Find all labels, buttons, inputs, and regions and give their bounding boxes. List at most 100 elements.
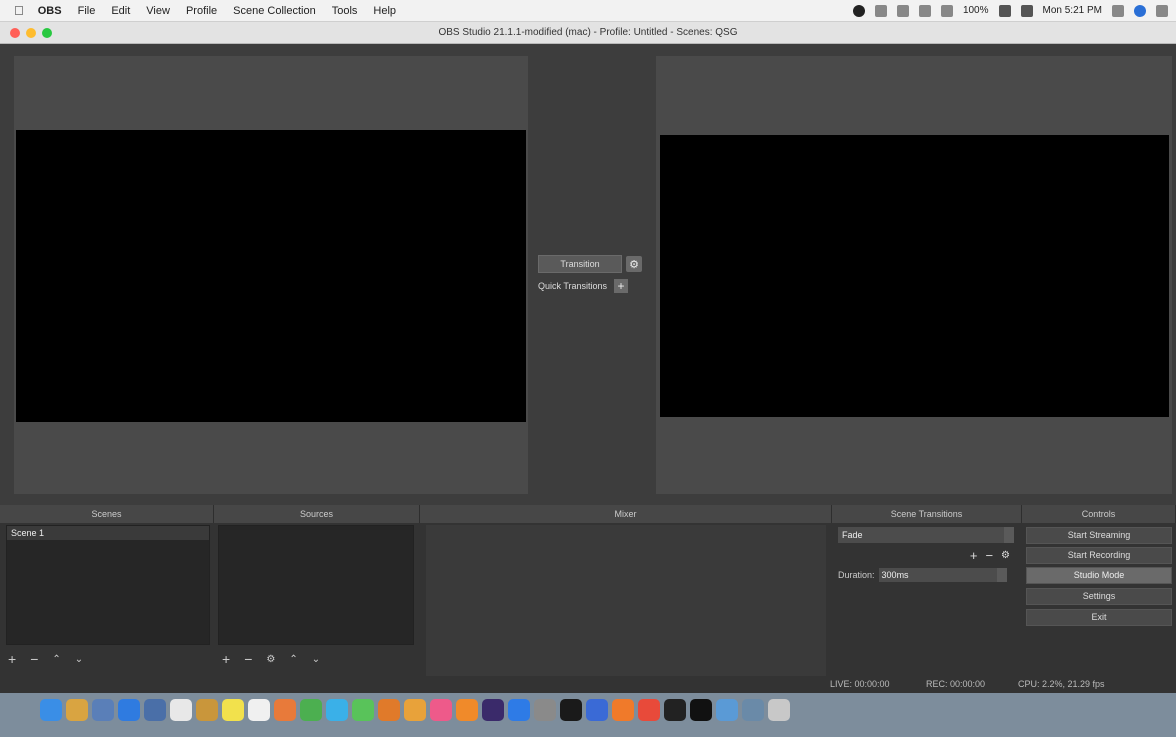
preview-canvas[interactable]: [16, 130, 526, 422]
add-scene-plus-icon[interactable]: +: [8, 651, 16, 667]
battery-percent[interactable]: 100%: [963, 5, 989, 16]
duration-value: 300ms: [881, 570, 909, 580]
scene-list-item[interactable]: Scene 1: [7, 526, 209, 540]
start-streaming-button[interactable]: Start Streaming: [1026, 527, 1172, 544]
premiere-icon[interactable]: [482, 699, 504, 721]
spotlight-icon[interactable]: [1112, 4, 1124, 17]
window-title: OBS Studio 21.1.1-modified (mac) - Profi…: [438, 27, 738, 38]
sources-toolbar: + − ⚙ ⌃ ⌄: [222, 651, 320, 667]
xcode-icon[interactable]: [586, 699, 608, 721]
duration-row: Duration: 300ms: [838, 568, 1007, 582]
program-canvas[interactable]: [660, 135, 1169, 417]
volume-icon[interactable]: [940, 4, 953, 17]
mail-icon[interactable]: [716, 699, 738, 721]
start-recording-button[interactable]: Start Recording: [1026, 547, 1172, 564]
macos-dock: [0, 693, 1176, 737]
transition-toolbar: + − ⚙: [970, 548, 1010, 563]
clock[interactable]: Mon 5:21 PM: [1043, 5, 1102, 16]
contacts-icon[interactable]: [66, 699, 88, 721]
add-quick-transition-plus-icon[interactable]: +: [614, 279, 629, 293]
menu-help[interactable]: Help: [373, 5, 396, 17]
menu-profile[interactable]: Profile: [186, 5, 217, 17]
status-disk-icon[interactable]: [874, 4, 887, 17]
battery-icon[interactable]: [998, 4, 1011, 17]
source-properties-gear-icon[interactable]: ⚙: [266, 654, 275, 665]
wifi-icon[interactable]: [918, 4, 931, 17]
trash-icon[interactable]: [768, 699, 790, 721]
studio-mode-button[interactable]: Studio Mode: [1026, 567, 1172, 584]
add-source-plus-icon[interactable]: +: [222, 651, 230, 667]
calendar-icon[interactable]: [170, 699, 192, 721]
keynote-icon[interactable]: [404, 699, 426, 721]
photos-icon[interactable]: [274, 699, 296, 721]
transition-gear-icon[interactable]: ⚙: [1001, 550, 1010, 561]
obs-icon[interactable]: [690, 699, 712, 721]
menu-app-name[interactable]: OBS: [38, 5, 62, 17]
mixer-dock: Mixer: [420, 505, 832, 693]
numbers-icon[interactable]: [300, 699, 322, 721]
stickies-icon[interactable]: [222, 699, 244, 721]
terminal-icon[interactable]: [560, 699, 582, 721]
scenes-dock: Scenes Scene 1 + − ⌃ ⌄: [0, 505, 214, 693]
move-scene-down-icon[interactable]: ⌄: [75, 654, 83, 665]
spin-arrow-icon[interactable]: [996, 568, 1007, 582]
scenes-header: Scenes: [0, 505, 214, 523]
sources-header: Sources: [214, 505, 420, 523]
appstore-icon[interactable]: [508, 699, 530, 721]
safari-icon[interactable]: [118, 699, 140, 721]
menu-file[interactable]: File: [78, 5, 96, 17]
compass-icon[interactable]: [612, 699, 634, 721]
program-panel[interactable]: [656, 56, 1172, 494]
duration-spinbox[interactable]: 300ms: [878, 568, 1007, 582]
sources-dock: Sources + − ⚙ ⌃ ⌄: [214, 505, 420, 693]
move-scene-up-icon[interactable]: ⌃: [52, 654, 60, 665]
menu-edit[interactable]: Edit: [111, 5, 130, 17]
books-icon[interactable]: [456, 699, 478, 721]
exit-button[interactable]: Exit: [1026, 609, 1172, 626]
status-app-icon[interactable]: [852, 4, 865, 17]
transition-settings-gear-icon[interactable]: ⚙: [626, 256, 642, 272]
menu-tools[interactable]: Tools: [332, 5, 358, 17]
live-timer: LIVE: 00:00:00: [830, 679, 890, 689]
menu-view[interactable]: View: [146, 5, 170, 17]
remove-scene-minus-icon[interactable]: −: [30, 651, 38, 667]
transition-type-value: Fade: [842, 530, 863, 540]
preview-icon[interactable]: [144, 699, 166, 721]
sources-list[interactable]: [218, 525, 414, 645]
itunes-icon[interactable]: [430, 699, 452, 721]
system-prefs-icon[interactable]: [534, 699, 556, 721]
mixer-area[interactable]: [426, 525, 826, 685]
remove-source-minus-icon[interactable]: −: [244, 651, 252, 667]
finder-icon[interactable]: [40, 699, 62, 721]
dock-apps: [40, 699, 790, 721]
messages-icon[interactable]: [326, 699, 348, 721]
terminal2-icon[interactable]: [664, 699, 686, 721]
chrome-icon[interactable]: [638, 699, 660, 721]
settings-button[interactable]: Settings: [1026, 588, 1172, 605]
move-source-down-icon[interactable]: ⌄: [312, 654, 320, 665]
transition-type-select[interactable]: Fade: [838, 527, 1014, 543]
preview-panel[interactable]: [14, 56, 528, 494]
add-transition-plus-icon[interactable]: +: [970, 548, 978, 563]
transition-controls: Transition ⚙ Quick Transitions +: [538, 255, 648, 293]
textedit-icon[interactable]: [248, 699, 270, 721]
launchpad-icon[interactable]: [92, 699, 114, 721]
notification-center-icon[interactable]: [1156, 4, 1168, 17]
studio-workspace: Transition ⚙ Quick Transitions +: [0, 44, 1176, 505]
notes-icon[interactable]: [196, 699, 218, 721]
facetime-icon[interactable]: [352, 699, 374, 721]
transition-button[interactable]: Transition: [538, 255, 622, 273]
menu-scene-collection[interactable]: Scene Collection: [233, 5, 316, 17]
pages-icon[interactable]: [378, 699, 400, 721]
remove-transition-minus-icon[interactable]: −: [985, 548, 993, 563]
mixer-header: Mixer: [420, 505, 832, 523]
cpu-fps: CPU: 2.2%, 21.29 fps: [1018, 679, 1105, 689]
downloads-icon[interactable]: [742, 699, 764, 721]
siri-icon[interactable]: [1134, 4, 1146, 17]
apple-icon[interactable]: : [14, 3, 24, 18]
move-source-up-icon[interactable]: ⌃: [289, 654, 297, 665]
airplay-icon[interactable]: [896, 4, 909, 17]
window-title-bar: OBS Studio 21.1.1-modified (mac) - Profi…: [0, 22, 1176, 44]
scenes-list[interactable]: Scene 1: [6, 525, 210, 645]
input-source-icon[interactable]: [1020, 4, 1033, 17]
